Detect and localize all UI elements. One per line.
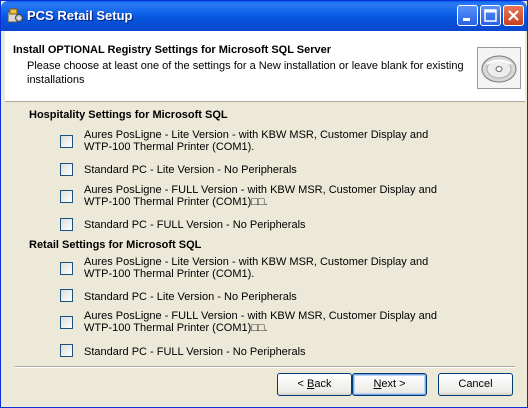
retail-option-3-checkbox[interactable] xyxy=(60,316,73,329)
option-label-line: Aures PosLigne - Lite Version - with KBW… xyxy=(84,256,429,268)
window-title: PCS Retail Setup xyxy=(27,8,133,23)
header-title: Install OPTIONAL Registry Settings for M… xyxy=(13,44,332,56)
hospitality-option-1-label[interactable]: Aures PosLigne - Lite Version - with KBW… xyxy=(84,129,484,153)
hospitality-option-3-checkbox[interactable] xyxy=(60,190,73,203)
close-icon xyxy=(508,10,519,21)
option-label-line: WTP-100 Thermal Printer (COM1). xyxy=(84,141,255,153)
hospitality-heading: Hospitality Settings for Microsoft SQL xyxy=(29,109,228,121)
option-label-line: Aures PosLigne - FULL Version - with KBW… xyxy=(84,184,437,196)
option-label-line: Aures PosLigne - FULL Version - with KBW… xyxy=(84,310,437,322)
maximize-button[interactable] xyxy=(480,5,501,26)
hospitality-option-1-checkbox[interactable] xyxy=(60,135,73,148)
hospitality-option-3-label[interactable]: Aures PosLigne - FULL Version - with KBW… xyxy=(84,184,484,208)
title-bar[interactable]: PCS Retail Setup xyxy=(1,1,527,31)
close-button[interactable] xyxy=(503,5,524,26)
retail-option-2-checkbox[interactable] xyxy=(60,289,73,302)
hospitality-option-2-label[interactable]: Standard PC - Lite Version - No Peripher… xyxy=(84,164,484,176)
option-label-line: WTP-100 Thermal Printer (COM1)□□. xyxy=(84,322,268,334)
next-button[interactable]: Next > xyxy=(352,373,427,396)
minimize-icon xyxy=(463,18,470,21)
back-button-rest: ack xyxy=(314,378,332,390)
option-label-line: Aures PosLigne - Lite Version - with KBW… xyxy=(84,129,429,141)
retail-option-2-label[interactable]: Standard PC - Lite Version - No Peripher… xyxy=(84,291,484,303)
retail-option-1-label[interactable]: Aures PosLigne - Lite Version - with KBW… xyxy=(84,256,484,280)
option-label-line: WTP-100 Thermal Printer (COM1). xyxy=(84,268,255,280)
option-label-line: WTP-100 Thermal Printer (COM1)□□. xyxy=(84,196,268,208)
maximize-icon xyxy=(484,9,497,22)
retail-option-4-checkbox[interactable] xyxy=(60,344,73,357)
retail-option-1-checkbox[interactable] xyxy=(60,262,73,275)
hospitality-option-4-checkbox[interactable] xyxy=(60,218,73,231)
back-button-prefix: < xyxy=(297,378,307,390)
back-button[interactable]: < Back xyxy=(277,373,352,396)
setup-window: PCS Retail Setup Install OPTIONAL Regist… xyxy=(0,0,528,408)
minimize-button[interactable] xyxy=(457,5,478,26)
wizard-header: Install OPTIONAL Registry Settings for M… xyxy=(5,31,525,102)
header-subtitle: Please choose at least one of the settin… xyxy=(27,60,464,86)
cancel-button[interactable]: Cancel xyxy=(438,373,513,396)
setup-icon xyxy=(7,8,23,23)
next-button-rest: ext > xyxy=(381,378,406,390)
retail-heading: Retail Settings for Microsoft SQL xyxy=(29,239,202,251)
hospitality-option-4-label[interactable]: Standard PC - FULL Version - No Peripher… xyxy=(84,219,484,231)
hospitality-option-2-checkbox[interactable] xyxy=(60,163,73,176)
cd-disc-icon xyxy=(477,47,521,89)
footer-separator xyxy=(15,366,515,368)
retail-option-3-label[interactable]: Aures PosLigne - FULL Version - with KBW… xyxy=(84,310,484,334)
retail-option-4-label[interactable]: Standard PC - FULL Version - No Peripher… xyxy=(84,346,484,358)
